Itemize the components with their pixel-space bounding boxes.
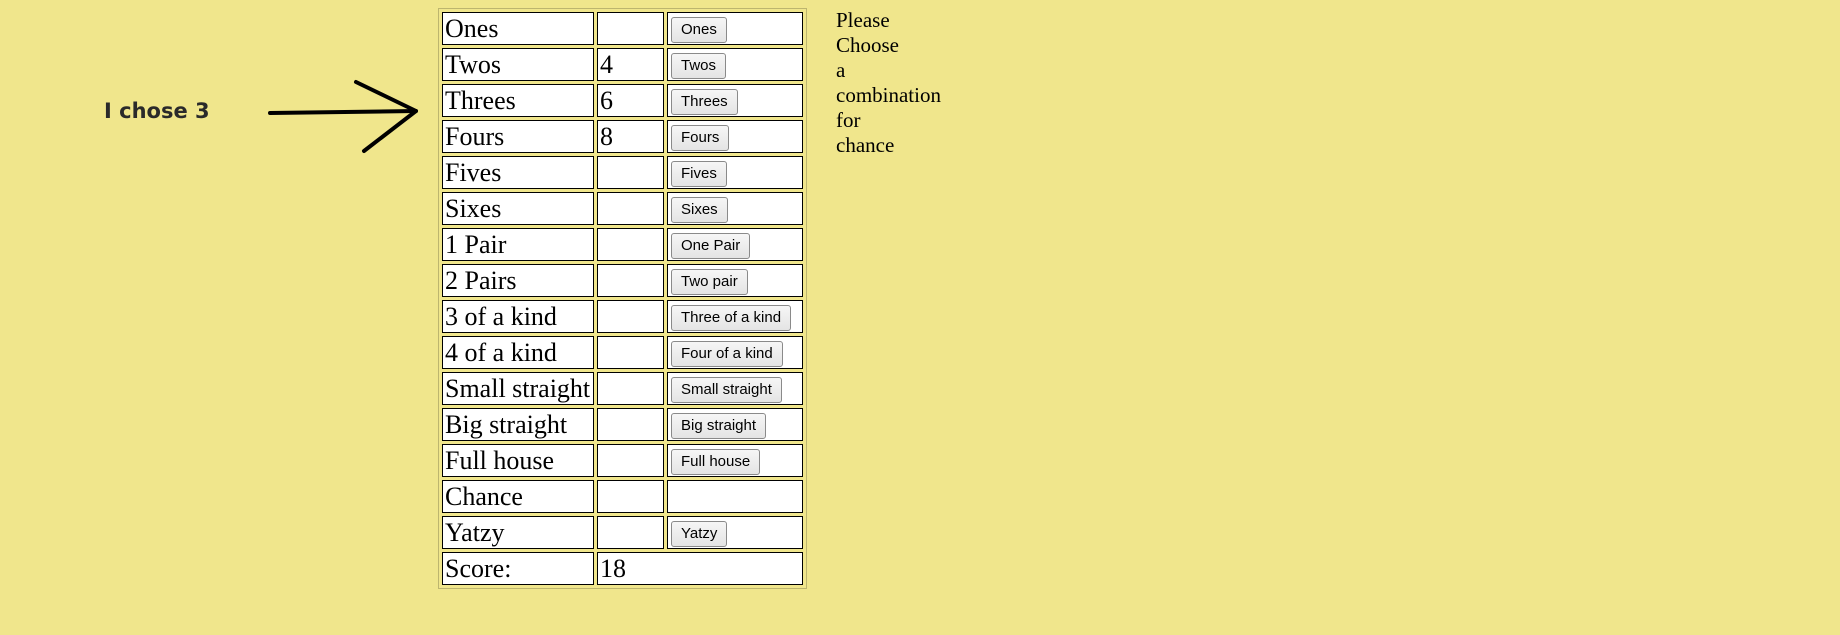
row-value (597, 156, 664, 189)
row-name: Small straight (442, 372, 594, 405)
row-value (597, 228, 664, 261)
row-action-cell: Ones (667, 12, 803, 45)
table-row: 3 of a kind Three of a kind (442, 300, 803, 333)
table-row: Fours 8 Fours (442, 120, 803, 153)
row-action-cell: Big straight (667, 408, 803, 441)
table-row: Fives Fives (442, 156, 803, 189)
table-row: Threes 6 Threes (442, 84, 803, 117)
score-label: Score: (442, 552, 594, 585)
two-pair-button[interactable]: Two pair (671, 269, 748, 295)
table-row: 1 Pair One Pair (442, 228, 803, 261)
ones-button[interactable]: Ones (671, 17, 727, 43)
row-action-cell: Threes (667, 84, 803, 117)
small-straight-button[interactable]: Small straight (671, 377, 782, 403)
table-row: Yatzy Yatzy (442, 516, 803, 549)
one-pair-button[interactable]: One Pair (671, 233, 751, 259)
fives-button[interactable]: Fives (671, 161, 727, 187)
row-action-cell: One Pair (667, 228, 803, 261)
table-row: Small straight Small straight (442, 372, 803, 405)
row-value (597, 264, 664, 297)
row-value (597, 12, 664, 45)
row-action-cell: Four of a kind (667, 336, 803, 369)
yatzy-button[interactable]: Yatzy (671, 521, 728, 547)
row-value (597, 300, 664, 333)
row-action-cell: Twos (667, 48, 803, 81)
scoreboard-body: Ones Ones Twos 4 Twos Threes 6 Threes Fo… (442, 12, 803, 585)
message-line: Please (836, 8, 890, 32)
table-row: Ones Ones (442, 12, 803, 45)
row-name: 4 of a kind (442, 336, 594, 369)
status-message: Please Choose a combination for chance (836, 8, 941, 158)
row-name: Fours (442, 120, 594, 153)
row-value: 4 (597, 48, 664, 81)
message-line: a (836, 58, 846, 82)
sixes-button[interactable]: Sixes (671, 197, 728, 223)
row-name: Sixes (442, 192, 594, 225)
message-line: Choose (836, 33, 899, 57)
row-value (597, 336, 664, 369)
four-of-a-kind-button[interactable]: Four of a kind (671, 341, 783, 367)
row-action-cell-empty (667, 480, 803, 513)
table-row: 2 Pairs Two pair (442, 264, 803, 297)
table-row: 4 of a kind Four of a kind (442, 336, 803, 369)
row-action-cell: Two pair (667, 264, 803, 297)
row-value (597, 408, 664, 441)
row-value (597, 192, 664, 225)
row-name: Chance (442, 480, 594, 513)
row-value: 8 (597, 120, 664, 153)
table-row: Sixes Sixes (442, 192, 803, 225)
three-of-a-kind-button[interactable]: Three of a kind (671, 305, 792, 331)
row-action-cell: Yatzy (667, 516, 803, 549)
fours-button[interactable]: Fours (671, 125, 730, 151)
row-action-cell: Fives (667, 156, 803, 189)
score-value: 18 (597, 552, 803, 585)
row-action-cell: Fours (667, 120, 803, 153)
row-name: Big straight (442, 408, 594, 441)
arrow-right-icon (268, 80, 418, 153)
table-row: Big straight Big straight (442, 408, 803, 441)
full-house-button[interactable]: Full house (671, 449, 761, 475)
page: I chose 3 Ones Ones Twos 4 Twos Threes 6… (0, 0, 1840, 635)
row-name: Full house (442, 444, 594, 477)
row-value (597, 444, 664, 477)
message-line: chance (836, 133, 895, 157)
row-name: Threes (442, 84, 594, 117)
big-straight-button[interactable]: Big straight (671, 413, 767, 439)
row-value (597, 372, 664, 405)
row-name: Ones (442, 12, 594, 45)
row-name: 1 Pair (442, 228, 594, 261)
threes-button[interactable]: Threes (671, 89, 738, 115)
row-action-cell: Sixes (667, 192, 803, 225)
table-row: Chance (442, 480, 803, 513)
table-row: Full house Full house (442, 444, 803, 477)
row-value (597, 516, 664, 549)
annotation-text: I chose 3 (104, 99, 210, 123)
row-action-cell: Three of a kind (667, 300, 803, 333)
row-name: Yatzy (442, 516, 594, 549)
row-action-cell: Small straight (667, 372, 803, 405)
message-line: combination (836, 83, 941, 107)
row-name: Fives (442, 156, 594, 189)
scoreboard-table: Ones Ones Twos 4 Twos Threes 6 Threes Fo… (438, 8, 807, 589)
row-name: 2 Pairs (442, 264, 594, 297)
row-name: 3 of a kind (442, 300, 594, 333)
score-row: Score: 18 (442, 552, 803, 585)
message-line: for (836, 108, 861, 132)
row-value (597, 480, 664, 513)
row-name: Twos (442, 48, 594, 81)
table-row: Twos 4 Twos (442, 48, 803, 81)
row-action-cell: Full house (667, 444, 803, 477)
row-value: 6 (597, 84, 664, 117)
twos-button[interactable]: Twos (671, 53, 727, 79)
